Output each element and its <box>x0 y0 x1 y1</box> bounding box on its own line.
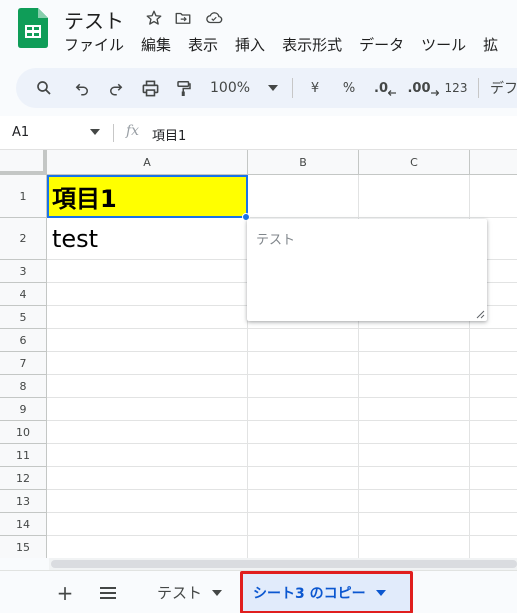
row-header-9[interactable]: 9 <box>0 398 47 421</box>
row-header-8[interactable]: 8 <box>0 375 47 398</box>
row-header-4[interactable]: 4 <box>0 283 47 306</box>
chevron-down-icon[interactable] <box>375 589 386 596</box>
menu-data[interactable]: データ <box>359 34 404 55</box>
row-header-3[interactable]: 3 <box>0 260 47 283</box>
gridline <box>47 512 517 513</box>
move-to-folder-icon[interactable] <box>173 9 193 27</box>
cell-note-popup[interactable]: テスト <box>247 219 487 321</box>
percent-format-button[interactable]: % <box>338 68 360 108</box>
star-icon[interactable] <box>145 9 163 27</box>
row-header-2[interactable]: 2 <box>0 218 47 260</box>
row-header-14[interactable]: 14 <box>0 513 47 536</box>
row-header-11[interactable]: 11 <box>0 444 47 467</box>
chevron-down-icon[interactable] <box>212 589 223 596</box>
search-icon[interactable] <box>30 68 58 108</box>
menu-extensions[interactable]: 拡 <box>483 34 498 55</box>
formula-input[interactable]: 項目1 <box>152 125 186 144</box>
menu-file[interactable]: ファイル <box>64 34 124 55</box>
column-header-c[interactable]: C <box>359 150 470 175</box>
gridline <box>47 397 517 398</box>
sheets-logo-icon[interactable] <box>18 8 48 48</box>
menu-icon <box>100 587 116 599</box>
gridline <box>47 420 517 421</box>
chevron-down-icon[interactable] <box>90 129 100 135</box>
font-select[interactable]: デフ <box>490 68 517 108</box>
arrow-right-icon <box>430 90 439 96</box>
row-header-1[interactable]: 1 <box>0 175 47 218</box>
print-icon[interactable] <box>136 68 164 108</box>
sheet-tab-bar: + テスト シート3 のコピー <box>0 570 517 613</box>
all-sheets-button[interactable] <box>96 581 120 605</box>
row-header-6[interactable]: 6 <box>0 329 47 352</box>
toolbar: 100% ¥ % .0 .00 123 デフ <box>16 68 517 108</box>
gridline <box>47 535 517 536</box>
sheet-tab-test[interactable]: テスト <box>147 571 232 613</box>
menu-edit[interactable]: 編集 <box>141 34 171 55</box>
column-header-d[interactable] <box>470 150 517 175</box>
column-header-a[interactable]: A <box>47 150 248 175</box>
menu-bar: ファイル 編集 表示 挿入 表示形式 データ ツール 拡 <box>64 34 515 55</box>
paint-format-icon[interactable] <box>170 68 198 108</box>
menu-tools[interactable]: ツール <box>421 34 466 55</box>
add-sheet-button[interactable]: + <box>53 581 77 605</box>
gridline <box>47 489 517 490</box>
row-header-10[interactable]: 10 <box>0 421 47 444</box>
sheet-tab-active[interactable]: シート3 のコピー <box>240 571 413 613</box>
scrollbar-thumb[interactable] <box>51 560 517 568</box>
gridline <box>47 374 517 375</box>
chevron-down-icon <box>268 85 279 91</box>
gridline <box>47 443 517 444</box>
row-header-7[interactable]: 7 <box>0 352 47 375</box>
number-format-button[interactable]: 123 <box>442 68 470 108</box>
row-header-5[interactable]: 5 <box>0 306 47 329</box>
zoom-select[interactable]: 100% <box>210 68 280 108</box>
cloud-status-icon[interactable] <box>203 9 225 27</box>
redo-icon[interactable] <box>102 68 130 108</box>
column-header-b[interactable]: B <box>248 150 359 175</box>
currency-format-button[interactable]: ¥ <box>304 68 326 108</box>
row-header-12[interactable]: 12 <box>0 467 47 490</box>
toolbar-divider <box>292 78 293 98</box>
menu-view[interactable]: 表示 <box>188 34 218 55</box>
document-title[interactable]: テスト <box>64 5 124 34</box>
menu-insert[interactable]: 挿入 <box>235 34 265 55</box>
decrease-decimal-button[interactable]: .0 <box>370 68 400 108</box>
sheet-tab-label: テスト <box>157 584 203 602</box>
formula-bar: A1 fx 項目1 <box>0 116 517 150</box>
arrow-left-icon <box>387 90 396 96</box>
name-box[interactable]: A1 <box>12 125 29 140</box>
spreadsheet-grid[interactable]: A B C 1 2 3 4 5 6 7 8 9 10 11 12 13 14 1… <box>0 150 517 558</box>
horizontal-scrollbar[interactable] <box>49 558 517 570</box>
decrease-decimal-label: .0 <box>374 80 388 96</box>
row-header-13[interactable]: 13 <box>0 490 47 513</box>
cell-a2[interactable]: test <box>48 218 247 260</box>
menu-format[interactable]: 表示形式 <box>282 34 342 55</box>
increase-decimal-label: .00 <box>407 80 431 96</box>
gridline <box>47 328 517 329</box>
cell-a1[interactable]: 項目1 <box>48 176 247 217</box>
resize-handle-icon[interactable] <box>476 310 485 319</box>
gridline <box>47 466 517 467</box>
gridline <box>47 351 517 352</box>
undo-icon[interactable] <box>68 68 96 108</box>
toolbar-divider <box>478 78 479 98</box>
sheet-tab-label: シート3 のコピー <box>253 585 366 602</box>
title-bar: テスト ファイル 編集 表示 挿入 表示形式 データ ツール 拡 <box>0 0 517 62</box>
note-text[interactable]: テスト <box>256 229 295 248</box>
increase-decimal-button[interactable]: .00 <box>406 68 440 108</box>
zoom-value: 100% <box>210 80 251 96</box>
row-header-15[interactable]: 15 <box>0 536 47 558</box>
formula-divider <box>113 124 114 142</box>
fx-icon: fx <box>126 123 140 139</box>
select-all-corner[interactable] <box>0 150 47 175</box>
